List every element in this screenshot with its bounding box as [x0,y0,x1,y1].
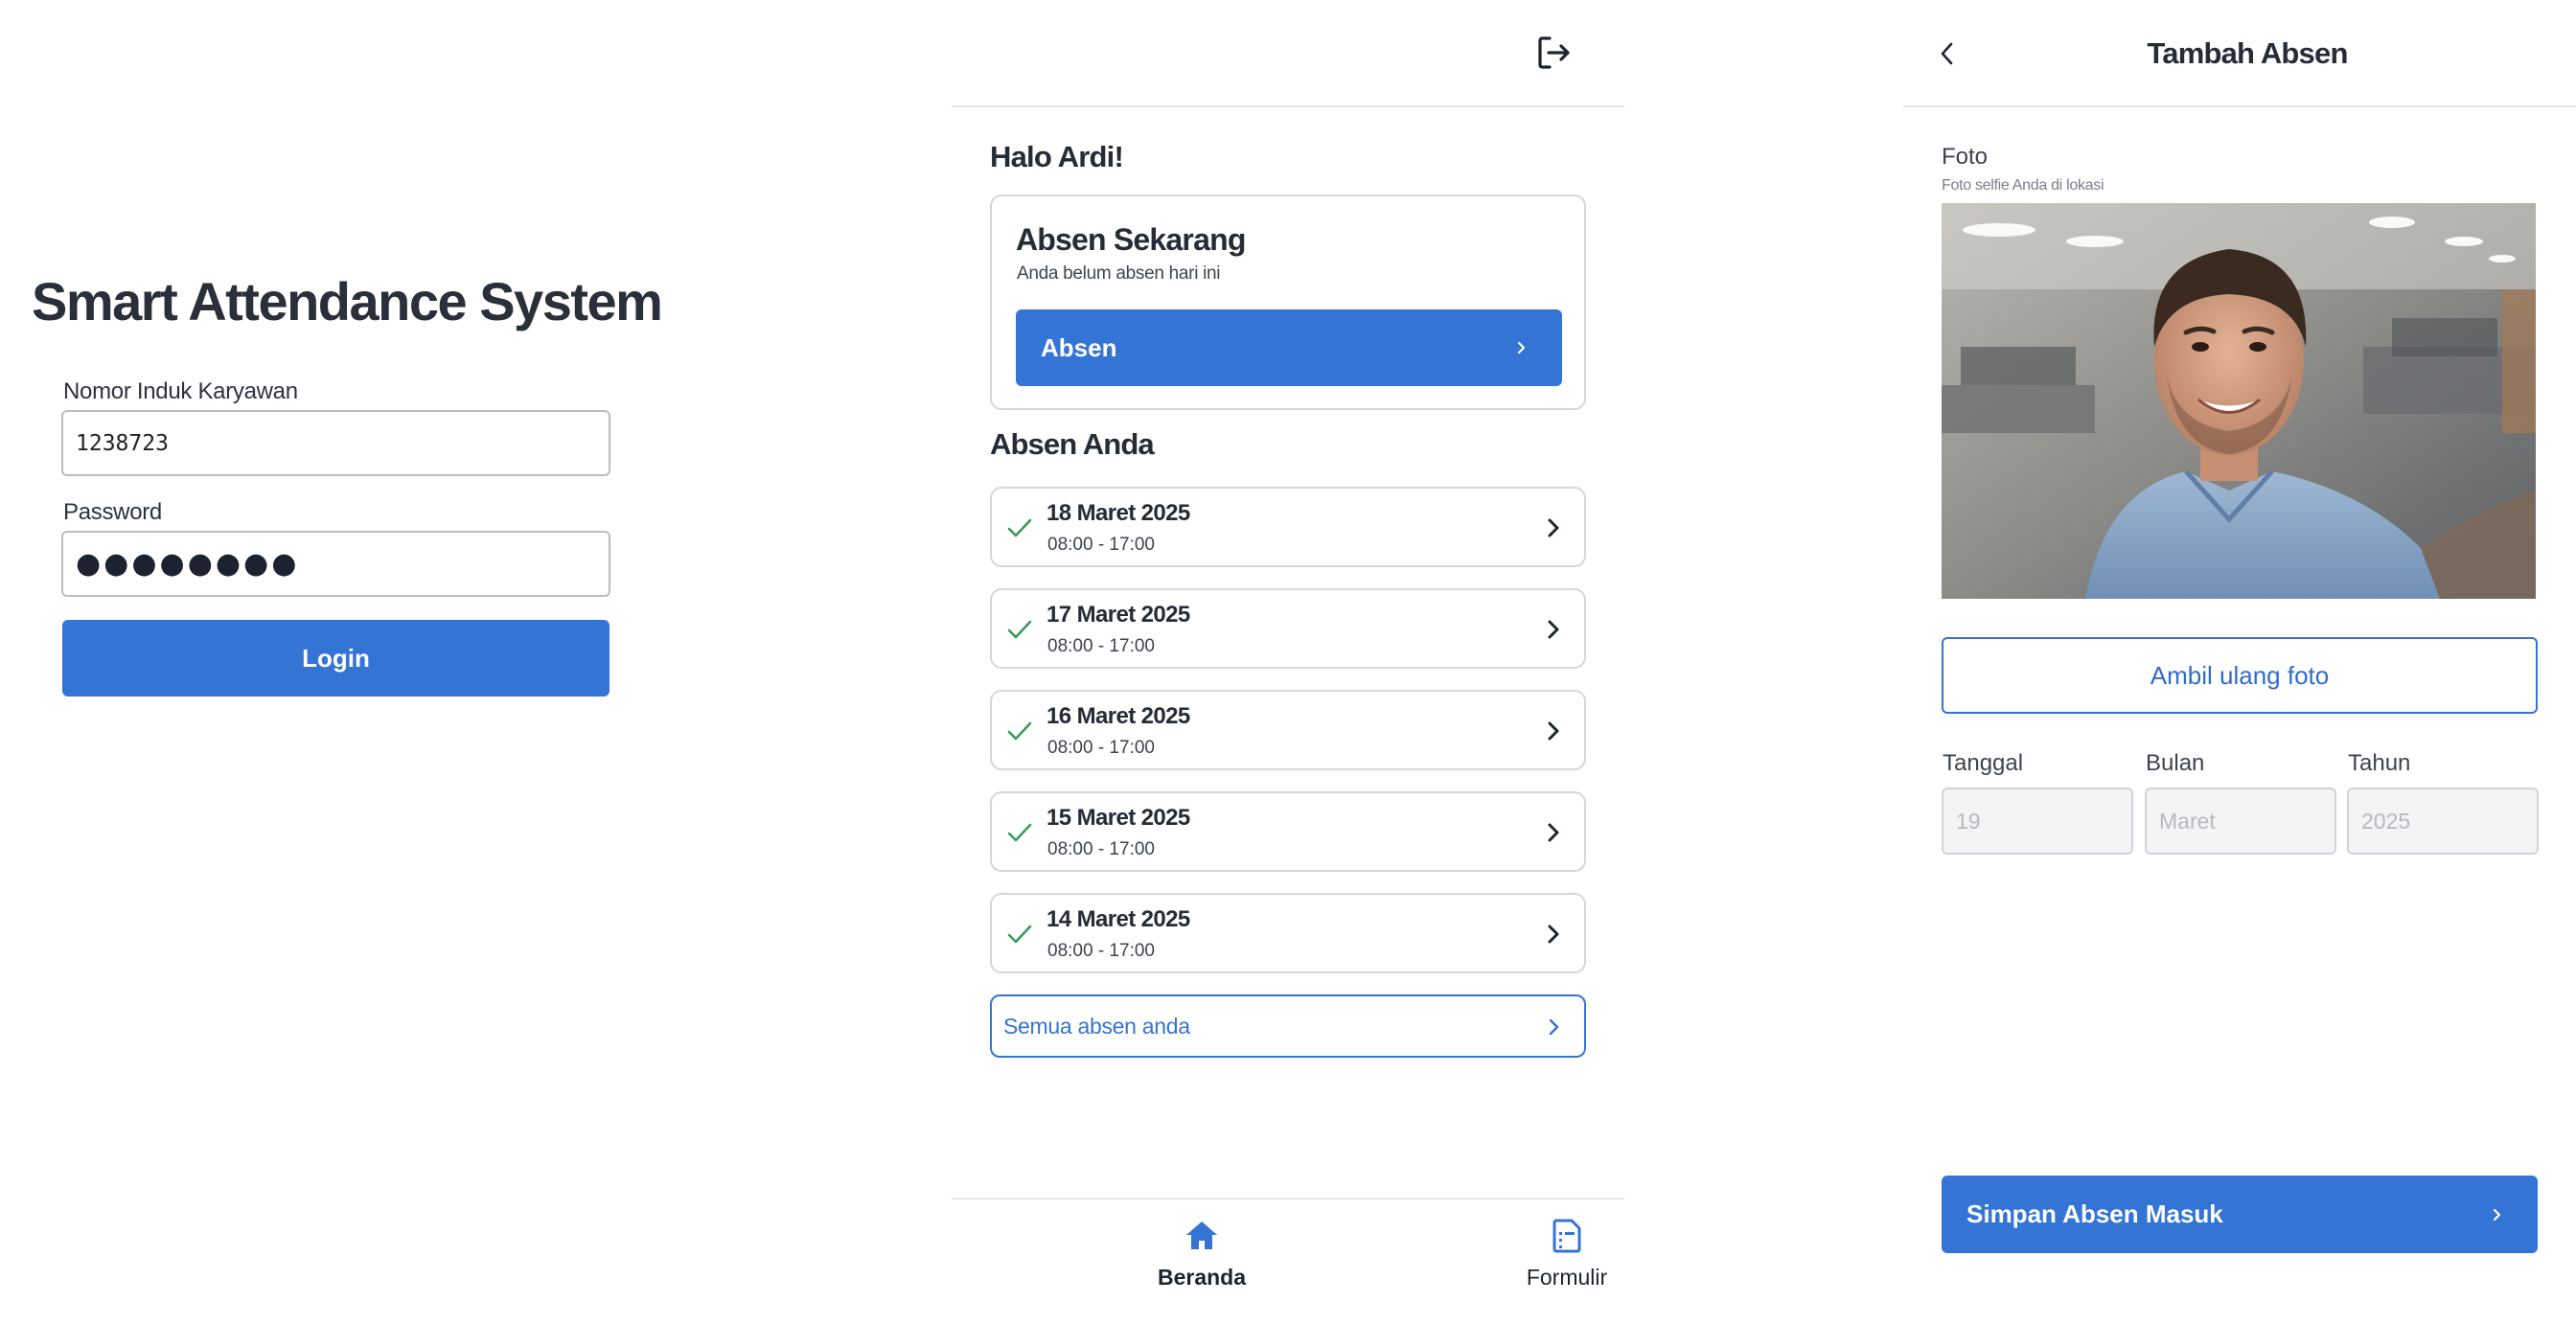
photo-label: Foto [1942,144,1989,170]
check-in-card: Absen Sekarang Anda belum absen hari ini… [990,194,1586,410]
history-time: 08:00 - 17:00 [1047,941,1155,961]
history-time: 08:00 - 17:00 [1047,738,1155,758]
header-divider [1903,105,2576,107]
employee-id-label: Nomor Induk Karyawan [63,378,298,404]
month-field-input[interactable]: Maret [2145,788,2336,855]
history-date: 17 Maret 2025 [1046,602,1190,628]
year-field-label: Tahun [2348,750,2411,776]
history-time: 08:00 - 17:00 [1047,839,1155,859]
nav-formulir[interactable]: Formulir [1471,1217,1624,1291]
history-item[interactable]: 18 Maret 2025 08:00 - 17:00 [990,487,1586,567]
history-date: 15 Maret 2025 [1046,805,1190,831]
history-date: 18 Maret 2025 [1046,500,1190,526]
history-date: 16 Maret 2025 [1046,703,1190,729]
date-field-label: Tanggal [1943,750,2024,776]
history-time: 08:00 - 17:00 [1047,636,1155,656]
employee-id-value: 1238723 [76,430,169,456]
logout-icon[interactable] [1536,34,1573,71]
nav-formulir-label: Formulir [1526,1265,1608,1290]
password-label: Password [63,499,162,525]
all-attendance-label: Semua absen anda [1003,1013,1190,1039]
selfie-photo [1942,203,2536,599]
selfie-image [1942,203,2536,599]
password-value: ●●●●●●●● [76,547,300,581]
check-icon [1007,518,1032,537]
greeting: Halo Ardi! [990,140,1124,173]
chevron-right-icon [1548,620,1559,639]
history-item[interactable]: 14 Maret 2025 08:00 - 17:00 [990,893,1586,973]
login-screen: Smart Attendance System Nomor Induk Kary… [0,0,671,1325]
add-attendance-screen: Tambah Absen Foto Foto selfie Anda di lo… [1903,0,2576,1325]
check-icon [1007,823,1032,842]
history-item[interactable]: 16 Maret 2025 08:00 - 17:00 [990,690,1586,770]
form-icon [1552,1219,1581,1253]
date-field-input[interactable]: 19 [1942,788,2133,855]
chevron-right-icon [1548,823,1559,842]
check-icon [1007,721,1032,741]
save-check-in-button[interactable]: Simpan Absen Masuk [1942,1176,2538,1253]
date-field: Tanggal 19 [1942,750,2133,855]
bottom-nav-divider [952,1198,1624,1199]
password-input[interactable]: ●●●●●●●● [61,531,610,597]
check-icon [1007,925,1032,944]
history-time: 08:00 - 17:00 [1047,535,1155,555]
check-in-button[interactable]: Absen [1016,309,1562,386]
photo-hint: Foto selfie Anda di lokasi [1942,177,2104,194]
retake-photo-button[interactable]: Ambil ulang foto [1942,637,2538,714]
save-check-in-label: Simpan Absen Masuk [1966,1199,2223,1228]
check-in-card-subtitle: Anda belum absen hari ini [1017,263,1221,284]
year-field-input[interactable]: 2025 [2347,788,2539,855]
employee-id-input[interactable]: 1238723 [61,410,610,476]
check-in-card-title: Absen Sekarang [1016,222,1246,257]
header-divider [952,105,1624,107]
home-screen: Halo Ardi! Absen Sekarang Anda belum abs… [952,0,1624,1325]
history-date: 14 Maret 2025 [1046,906,1190,932]
nav-beranda-label: Beranda [1157,1265,1247,1290]
page-title: Tambah Absen [2147,36,2348,70]
chevron-right-icon [2493,1208,2501,1222]
login-button[interactable]: Login [62,620,610,697]
retake-photo-label: Ambil ulang foto [2150,660,2330,690]
history-item[interactable]: 17 Maret 2025 08:00 - 17:00 [990,588,1586,669]
login-button-label: Login [302,643,370,673]
chevron-right-icon [1548,925,1559,944]
chevron-right-icon [1548,721,1559,741]
check-icon [1007,620,1032,639]
history-title: Absen Anda [990,427,1155,461]
home-icon [1186,1222,1217,1249]
check-in-button-label: Absen [1041,332,1117,362]
chevron-right-icon [1548,518,1559,537]
history-item[interactable]: 15 Maret 2025 08:00 - 17:00 [990,791,1586,872]
app-title: Smart Attendance System [32,271,663,331]
all-attendance-link[interactable]: Semua absen anda [990,994,1586,1058]
year-field: Tahun 2025 [2347,750,2539,855]
month-field: Bulan Maret [2145,750,2336,855]
chevron-right-icon [1549,1018,1559,1036]
nav-beranda[interactable]: Beranda [1106,1217,1298,1291]
month-field-label: Bulan [2146,750,2205,776]
chevron-right-icon [1517,341,1526,354]
